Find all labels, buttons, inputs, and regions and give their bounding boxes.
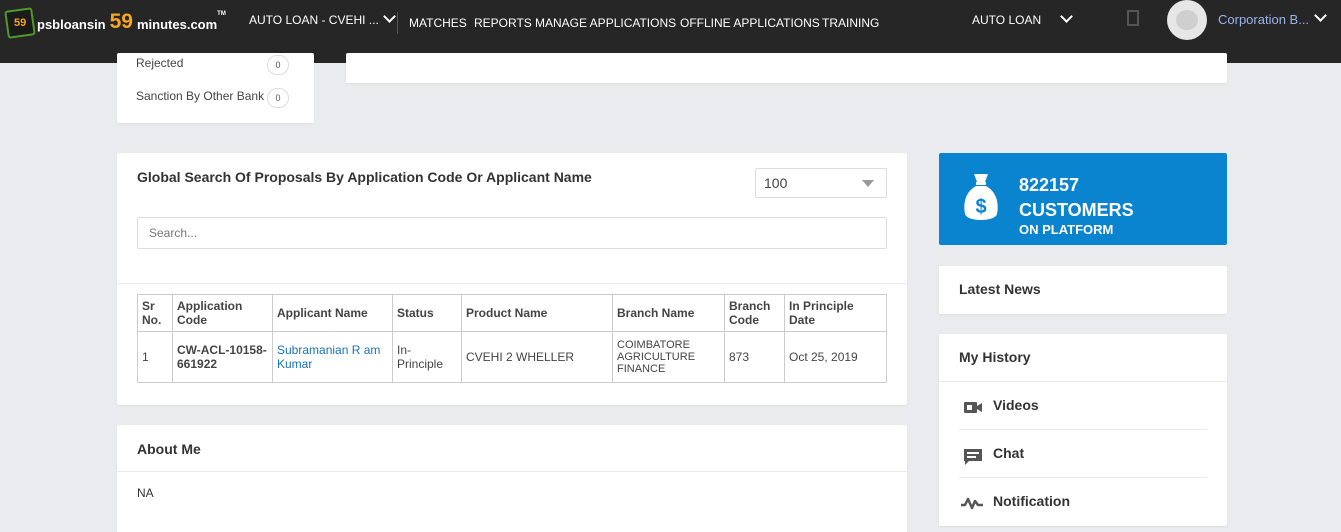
logo-tm: TM [217, 11, 226, 17]
table-header-row: Sr No. Application Code Applicant Name S… [137, 294, 887, 332]
status-count-badge: 0 [267, 55, 289, 75]
svg-text:$: $ [975, 196, 986, 218]
about-me-card: About Me NA [117, 425, 907, 532]
avatar[interactable] [1167, 0, 1207, 40]
status-label: Sanction By Other Bank [136, 89, 265, 103]
col-sr-no: Sr No. [137, 294, 173, 332]
col-product-name: Product Name [461, 294, 613, 332]
status-row-sanction-other-bank[interactable]: Sanction By Other Bank [136, 89, 264, 103]
logo-wordmark: psbloansin 59 minutes.comTM [37, 10, 226, 35]
latest-news-card[interactable]: Latest News [939, 266, 1227, 314]
nav-manage-applications[interactable]: MANAGE APPLICATIONS [535, 16, 676, 30]
global-search-card: Global Search Of Proposals By Applicatio… [117, 153, 907, 405]
my-history-card: My History Videos Chat Notification [939, 334, 1227, 526]
status-row-rejected[interactable]: Rejected [136, 56, 183, 70]
col-application-code: Application Code [172, 294, 273, 332]
chevron-down-icon [383, 10, 397, 23]
loan-product-label: AUTO LOAN [972, 13, 1042, 27]
chat-icon [964, 449, 982, 465]
cell-product-name: CVEHI 2 WHELLER [461, 331, 613, 383]
history-item-notification[interactable]: Notification [959, 478, 1207, 526]
nav-reports[interactable]: REPORTS [474, 16, 532, 30]
loan-product-dropdown[interactable]: AUTO LOAN [972, 10, 1074, 27]
summary-panel [346, 53, 1227, 83]
nav-offline-applications[interactable]: OFFLINE APPLICATIONS [680, 16, 820, 30]
logo-badge: 59 [4, 7, 36, 39]
history-item-label: Chat [993, 445, 1025, 461]
logo-prefix: psbloansin [37, 17, 106, 32]
cell-branch-name: COIMBATORE AGRICULTURE FINANCE [612, 331, 725, 383]
applicant-name-link[interactable]: Subramanian R am Kumar [272, 331, 393, 383]
proposals-table: Sr No. Application Code Applicant Name S… [137, 294, 887, 383]
activity-icon [961, 497, 983, 510]
user-name[interactable]: Corporation B... [1218, 12, 1312, 27]
divider [117, 283, 907, 284]
application-status-card: Rejected 0 Sanction By Other Bank 0 [117, 53, 314, 123]
history-item-label: Videos [993, 397, 1039, 413]
history-item-label: Notification [993, 493, 1070, 509]
logo-badge-text: 59 [13, 17, 27, 30]
loan-type-dropdown[interactable]: AUTO LOAN - CVEHI ... [249, 10, 397, 27]
col-in-principle-date: In Principle Date [784, 294, 887, 332]
cell-in-principle-date: Oct 25, 2019 [784, 331, 887, 383]
cell-sr-no: 1 [137, 331, 173, 383]
logo-suffix: minutes.com [136, 17, 218, 32]
customer-count: 822157 [1019, 175, 1080, 195]
cell-status: In-Principle [392, 331, 462, 383]
user-menu-toggle[interactable] [1314, 9, 1327, 26]
logo-number: 59 [109, 10, 133, 33]
money-bag-icon: $ [964, 174, 998, 220]
video-camera-icon [964, 402, 982, 413]
nav-matches[interactable]: MATCHES [409, 16, 467, 30]
divider [117, 471, 907, 472]
history-item-videos[interactable]: Videos [959, 382, 1207, 430]
table-row: 1 CW-ACL-10158-661922 Subramanian R am K… [137, 331, 887, 383]
nav-divider [397, 12, 398, 34]
about-title: About Me [137, 441, 201, 457]
page-size-value: 100 [764, 175, 788, 191]
history-item-chat[interactable]: Chat [959, 430, 1207, 478]
chevron-down-icon [1060, 10, 1074, 23]
col-status: Status [392, 294, 462, 332]
loan-type-label: AUTO LOAN - CVEHI ... [249, 13, 379, 27]
status-count-badge: 0 [267, 88, 289, 108]
nav-training[interactable]: TRAINING [822, 16, 879, 30]
trash-icon[interactable] [1127, 10, 1139, 26]
cell-application-code: CW-ACL-10158-661922 [172, 331, 273, 383]
customers-stat-card: $ 822157 CUSTOMERS ON PLATFORM [939, 153, 1227, 245]
col-applicant-name: Applicant Name [272, 294, 393, 332]
cell-branch-code: 873 [724, 331, 785, 383]
page-size-select[interactable]: 100 [755, 168, 887, 198]
search-title: Global Search Of Proposals By Applicatio… [137, 169, 592, 185]
col-branch-code: Branch Code [724, 294, 785, 332]
latest-news-title: Latest News [959, 281, 1041, 297]
caret-down-icon [862, 180, 874, 187]
site-logo[interactable]: 59 psbloansin 59 minutes.comTM [4, 7, 226, 39]
search-input[interactable] [137, 217, 887, 249]
my-history-title: My History [959, 349, 1031, 365]
col-branch-name: Branch Name [612, 294, 725, 332]
about-value: NA [137, 486, 154, 500]
customer-label: CUSTOMERS [1019, 200, 1134, 220]
chevron-down-icon [1314, 9, 1327, 22]
customer-sub-label: ON PLATFORM [1019, 222, 1114, 237]
status-label: Rejected [136, 56, 184, 70]
